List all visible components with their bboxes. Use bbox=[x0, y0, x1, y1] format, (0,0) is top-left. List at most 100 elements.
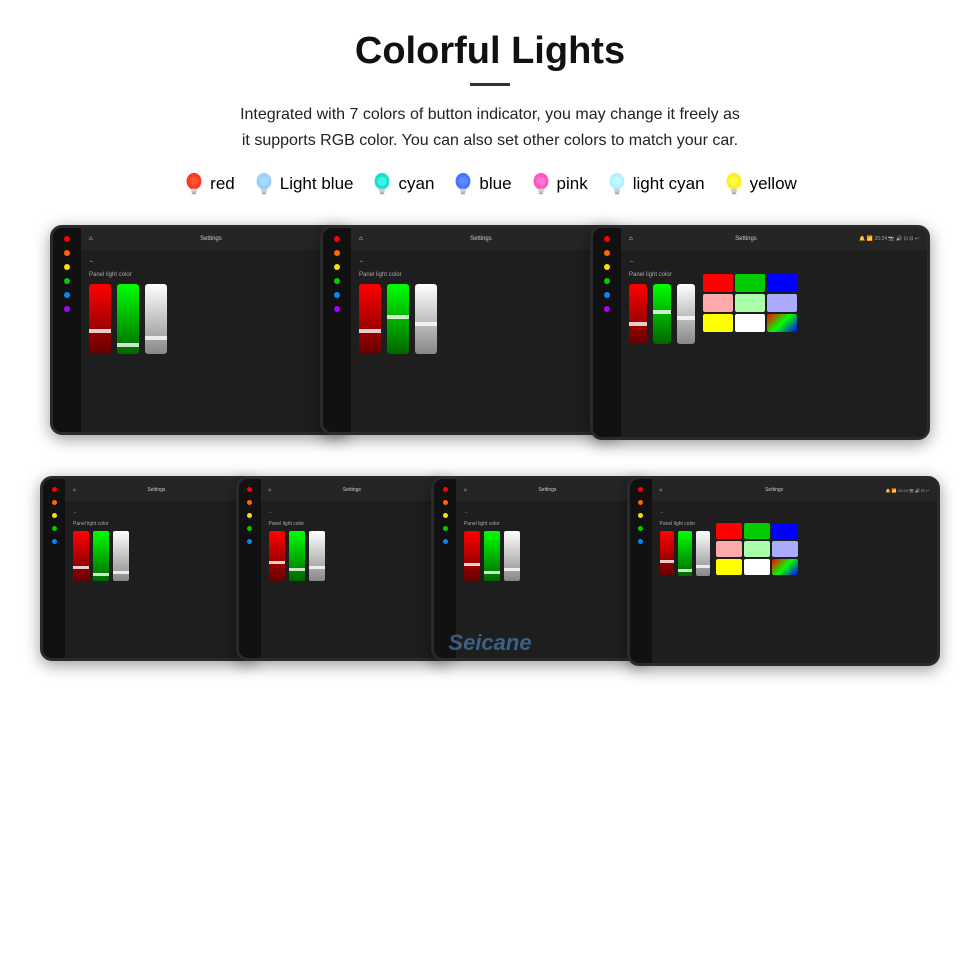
sidebar-icon bbox=[247, 487, 252, 492]
red-slider-2[interactable] bbox=[359, 284, 381, 354]
palette-lightblue[interactable] bbox=[767, 294, 797, 312]
p7-blue[interactable] bbox=[772, 523, 798, 539]
sidebar-icon bbox=[638, 526, 643, 531]
back-arrow-1: ← bbox=[89, 258, 95, 264]
screen-topbar-4: ⌂ Settings ✦ ✧ bbox=[65, 479, 253, 501]
sidebar-icon bbox=[247, 513, 252, 518]
palette-yellow[interactable] bbox=[703, 314, 733, 332]
sidebar-icon bbox=[334, 278, 340, 284]
sidebar-icon bbox=[334, 306, 340, 312]
palette-pink[interactable] bbox=[703, 294, 733, 312]
page-container: Colorful Lights Integrated with 7 colors… bbox=[0, 0, 980, 726]
green-slider-3[interactable] bbox=[653, 284, 671, 344]
green-slider-4[interactable] bbox=[93, 531, 109, 581]
color-label-blue: blue bbox=[479, 174, 511, 194]
white-slider-3[interactable] bbox=[677, 284, 695, 344]
palette-white[interactable] bbox=[735, 314, 765, 332]
p7-green[interactable] bbox=[744, 523, 770, 539]
sidebar-icon bbox=[604, 278, 610, 284]
red-slider[interactable] bbox=[89, 284, 111, 354]
screen-6: ⌂ Settings ✦ ✧ ← Panel light color bbox=[431, 476, 647, 661]
sidebar-icon bbox=[604, 292, 610, 298]
red-slider-4[interactable] bbox=[73, 531, 89, 581]
palette-green[interactable] bbox=[735, 274, 765, 292]
sidebar-icon bbox=[52, 526, 57, 531]
sidebar-icon bbox=[334, 292, 340, 298]
white-slider-6[interactable] bbox=[504, 531, 520, 581]
screen-topbar-5: ⌂ Settings ✦ ✧ bbox=[261, 479, 449, 501]
title-divider bbox=[470, 83, 510, 86]
white-slider-7[interactable] bbox=[696, 531, 710, 576]
palette-blue[interactable] bbox=[767, 274, 797, 292]
sidebar-icon bbox=[604, 250, 610, 256]
color-item-blue: blue bbox=[452, 171, 511, 197]
sliders-2 bbox=[359, 284, 437, 354]
green-slider-7[interactable] bbox=[678, 531, 692, 576]
screen-sidebar-6 bbox=[434, 479, 456, 658]
sidebar-icon bbox=[52, 513, 57, 518]
settings-label: Settings bbox=[101, 236, 322, 242]
sliders-5 bbox=[269, 531, 325, 581]
sidebar-icon bbox=[64, 250, 70, 256]
p7-red[interactable] bbox=[716, 523, 742, 539]
p7-yellow[interactable] bbox=[716, 559, 742, 575]
p7-lavender[interactable] bbox=[772, 541, 798, 557]
palette-rainbow[interactable] bbox=[767, 314, 797, 332]
home-icon-4: ⌂ bbox=[73, 487, 76, 493]
color-label-pink: pink bbox=[557, 174, 588, 194]
screen-topbar-6: ⌂ Settings ✦ ✧ bbox=[456, 479, 644, 501]
settings-label-4: Settings bbox=[84, 487, 229, 493]
green-slider-2[interactable] bbox=[387, 284, 409, 354]
sidebar-icon bbox=[52, 487, 57, 492]
screens-row-1: ⌂ Settings ✦ ✧ ← Panel light color bbox=[40, 225, 940, 440]
settings-label-5: Settings bbox=[280, 487, 425, 493]
screen-7: ⌂ Settings 🔔 📶 20:24 📷 🔊 ⊡ ↩ ← Panel lig… bbox=[627, 476, 940, 666]
screen-body-7: ← Panel light color bbox=[652, 501, 937, 663]
green-slider[interactable] bbox=[117, 284, 139, 354]
screen-content-2: ⌂ Settings ✦ ✧ ← Panel light color bbox=[351, 228, 617, 432]
p7-pink[interactable] bbox=[716, 541, 742, 557]
p7-rainbow[interactable] bbox=[772, 559, 798, 575]
p7-white[interactable] bbox=[744, 559, 770, 575]
white-slider-2[interactable] bbox=[415, 284, 437, 354]
color-label-cyan: cyan bbox=[398, 174, 434, 194]
screen-body-2: ← Panel light color bbox=[351, 250, 617, 432]
green-slider-5[interactable] bbox=[289, 531, 305, 581]
color-item-cyan: cyan bbox=[371, 171, 434, 197]
back-arrow-7: ← bbox=[660, 509, 710, 515]
home-icon: ⌂ bbox=[89, 236, 93, 242]
p7-lightgreen[interactable] bbox=[744, 541, 770, 557]
lightblue-bulb-icon bbox=[253, 171, 275, 197]
settings-label-6: Settings bbox=[475, 487, 620, 493]
screen-body-6: ← Panel light color bbox=[456, 501, 644, 658]
red-slider-5[interactable] bbox=[269, 531, 285, 581]
status-icons-7: 🔔 📶 20:24 📷 🔊 ⊡ ↩ bbox=[886, 488, 929, 493]
panel-label-1: Panel light color bbox=[89, 272, 167, 278]
panel-label-5: Panel light color bbox=[269, 521, 325, 527]
sidebar-icon bbox=[52, 500, 57, 505]
screen-sidebar-4 bbox=[43, 479, 65, 658]
sidebar-icon bbox=[443, 539, 448, 544]
cyan-bulb-icon bbox=[371, 171, 393, 197]
screen-content-7: ⌂ Settings 🔔 📶 20:24 📷 🔊 ⊡ ↩ ← Panel lig… bbox=[652, 479, 937, 663]
sliders-6 bbox=[464, 531, 520, 581]
white-slider-4[interactable] bbox=[113, 531, 129, 581]
white-slider[interactable] bbox=[145, 284, 167, 354]
white-slider-5[interactable] bbox=[309, 531, 325, 581]
color-item-red: red bbox=[183, 171, 235, 197]
sidebar-icon bbox=[638, 513, 643, 518]
red-slider-7[interactable] bbox=[660, 531, 674, 576]
palette-lightgreen[interactable] bbox=[735, 294, 765, 312]
green-slider-6[interactable] bbox=[484, 531, 500, 581]
red-slider-6[interactable] bbox=[464, 531, 480, 581]
sidebar-icon bbox=[64, 236, 70, 242]
settings-label-7: Settings bbox=[671, 487, 878, 493]
page-title: Colorful Lights bbox=[40, 30, 940, 73]
palette-red[interactable] bbox=[703, 274, 733, 292]
sidebar-icon bbox=[443, 487, 448, 492]
panel-label-2: Panel light color bbox=[359, 272, 437, 278]
panel-label-7: Panel light color bbox=[660, 521, 710, 527]
sliders-3 bbox=[629, 284, 695, 344]
red-slider-3[interactable] bbox=[629, 284, 647, 344]
screen-body-4: ← Panel light color bbox=[65, 501, 253, 658]
